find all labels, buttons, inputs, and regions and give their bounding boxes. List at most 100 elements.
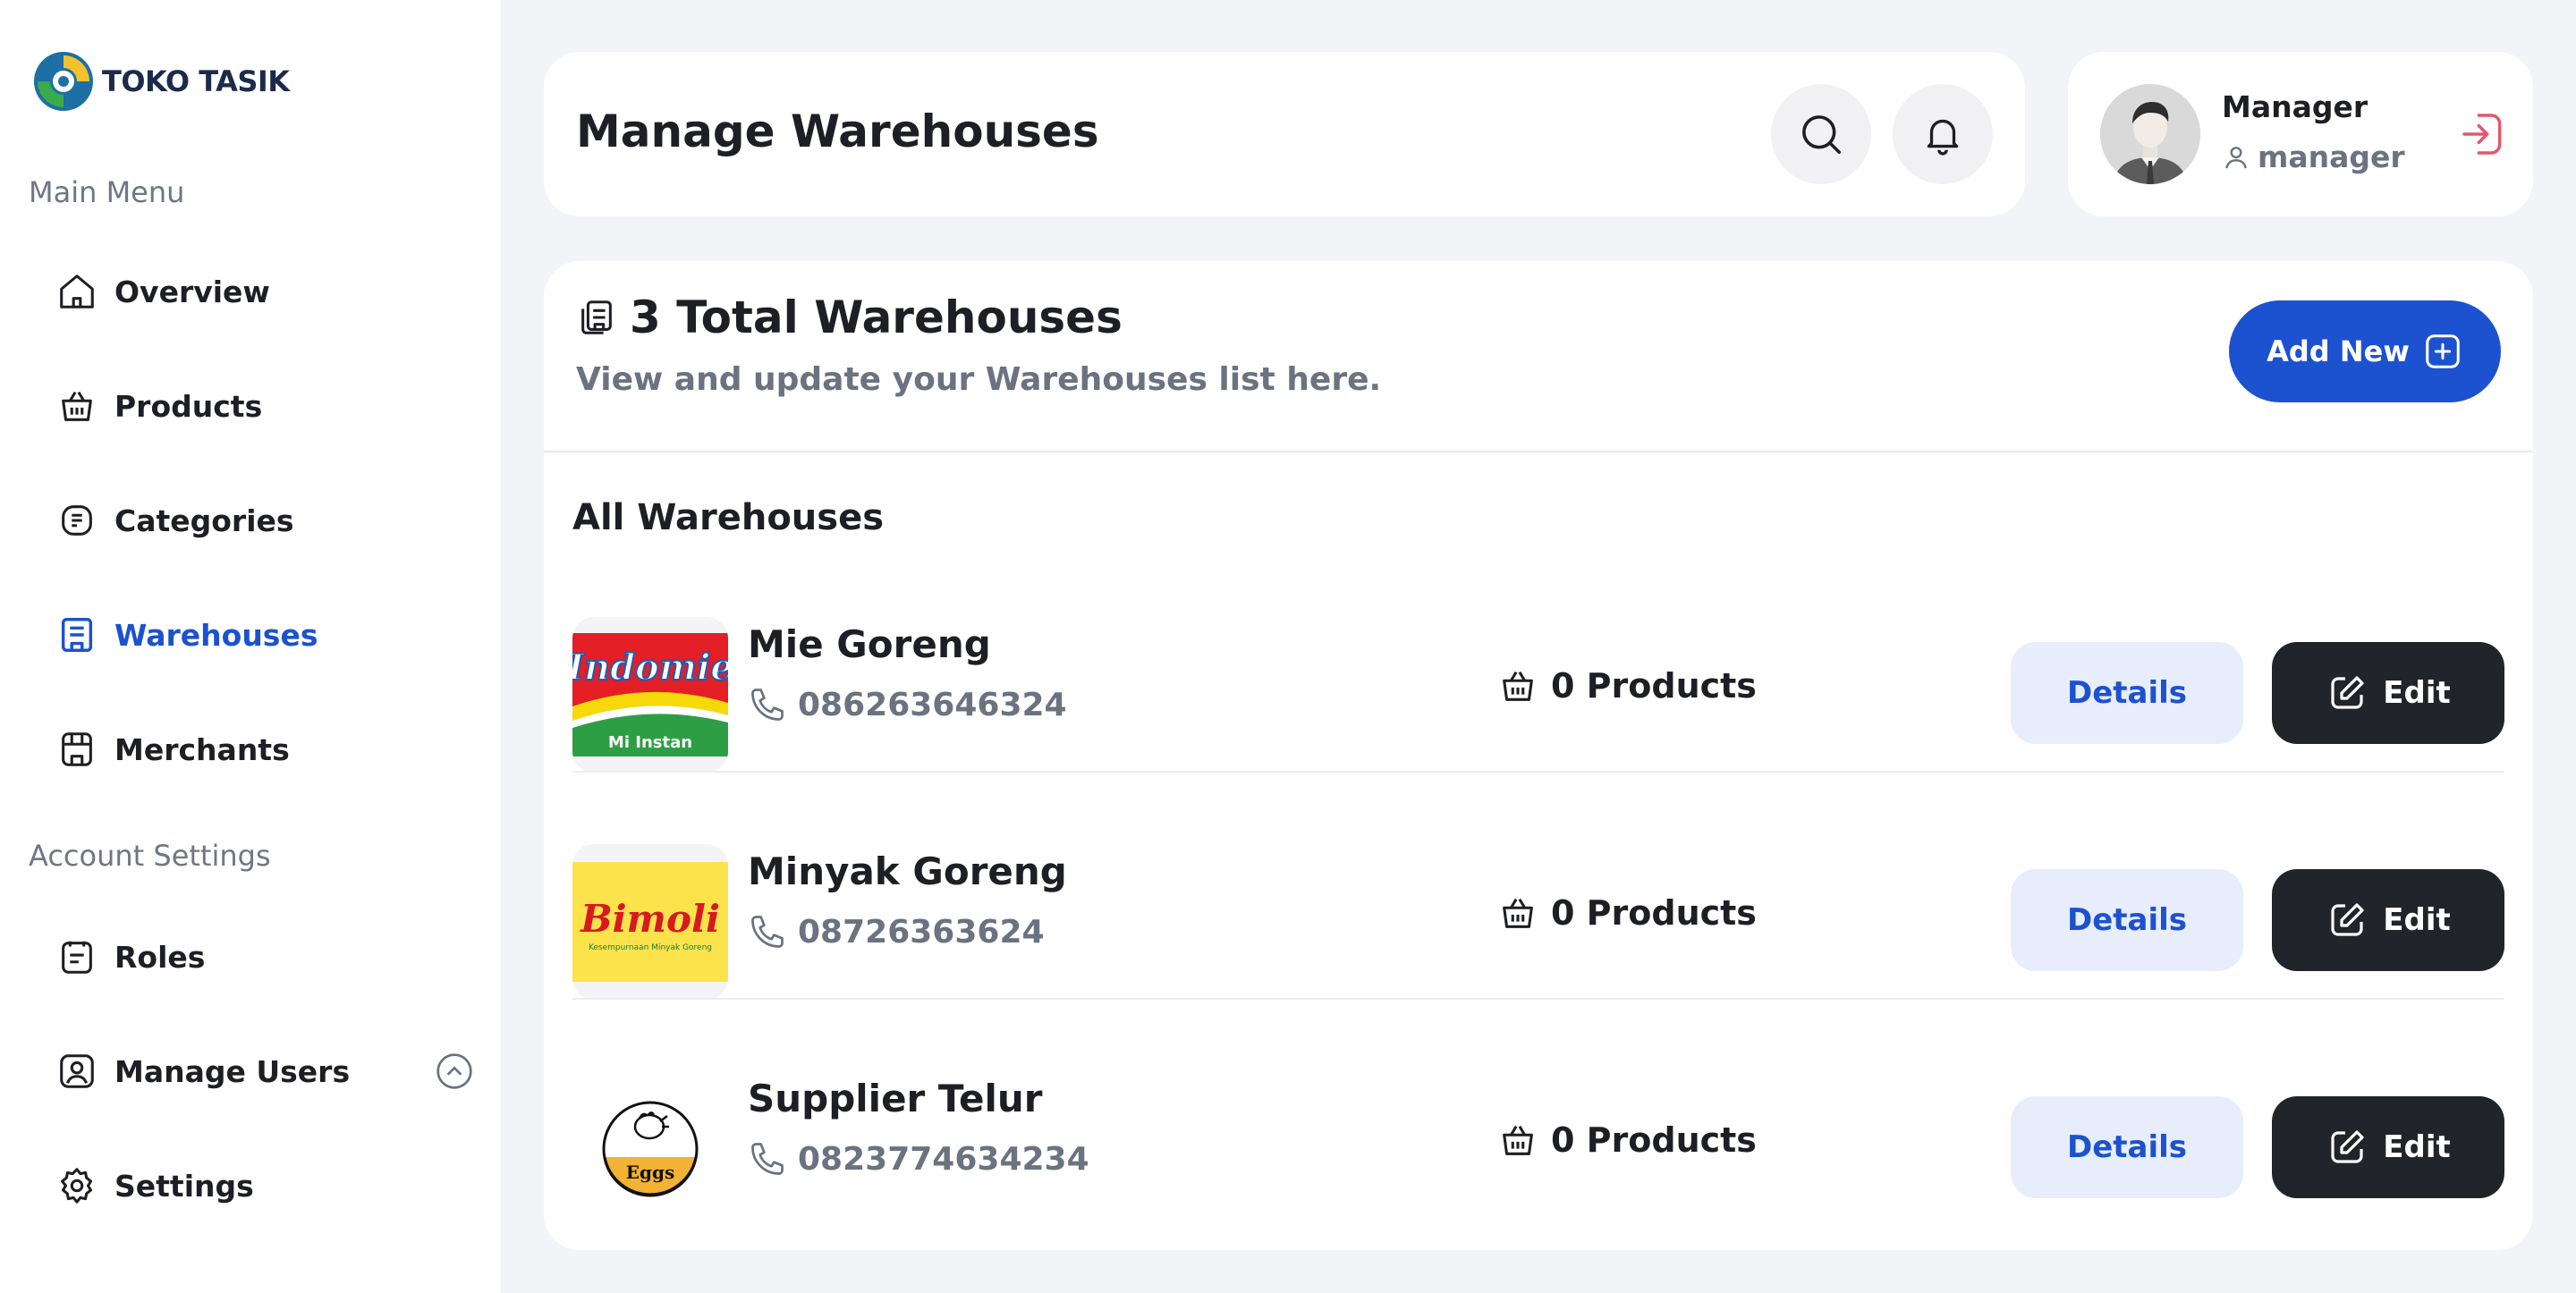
notifications-button[interactable]	[1893, 84, 1993, 184]
svg-text:Eggs: Eggs	[626, 1162, 674, 1183]
user-name: Manager	[2222, 89, 2368, 124]
sidebar-item-label: Warehouses	[114, 617, 318, 653]
basket-icon	[1503, 1125, 1533, 1155]
warehouse-thumbnail: Eggs	[572, 1071, 728, 1227]
phone-icon	[751, 1143, 784, 1175]
sidebar-item-label: Overview	[114, 274, 270, 309]
product-count-label: 0 Products	[1551, 893, 1757, 933]
bell-icon	[1927, 119, 1959, 156]
svg-text:Kesempurnaan Minyak Goreng: Kesempurnaan Minyak Goreng	[589, 943, 712, 952]
product-count-label: 0 Products	[1551, 1120, 1757, 1160]
edit-button[interactable]: Edit	[2272, 869, 2504, 971]
product-count-label: 0 Products	[1551, 666, 1757, 706]
gear-icon	[54, 1162, 100, 1209]
edit-label: Edit	[2383, 1129, 2451, 1165]
phone-icon	[751, 916, 784, 948]
eggs-logo: Eggs	[602, 1101, 699, 1197]
basket-icon	[1503, 898, 1533, 928]
warehouse-phone: 086263646324	[748, 685, 1067, 724]
user-role-label: manager	[2258, 139, 2405, 174]
edit-icon	[2331, 903, 2364, 936]
sidebar-item-warehouses[interactable]: Warehouses	[54, 599, 474, 671]
basket-icon	[1503, 671, 1533, 701]
product-count: 0 Products	[1497, 1120, 1757, 1161]
product-count: 0 Products	[1497, 892, 1757, 934]
warehouse-thumbnail: Indomie Mi Instan	[572, 617, 728, 773]
phone-icon	[751, 689, 784, 721]
details-button[interactable]: Details	[2011, 869, 2243, 971]
bimoli-logo: Bimoli Kesempurnaan Minyak Goreng	[572, 862, 728, 982]
phone-number: 0823774634234	[798, 1140, 1089, 1178]
user-avatar-icon	[2100, 84, 2200, 184]
svg-text:Bimoli: Bimoli	[580, 897, 720, 941]
header-bar: Manage Warehouses	[544, 52, 2025, 216]
person-icon	[2225, 146, 2247, 168]
edit-label: Edit	[2383, 902, 2451, 938]
phone-number: 08726363624	[798, 913, 1045, 951]
user-role: manager	[2222, 139, 2405, 174]
roles-icon	[54, 934, 100, 980]
sidebar-item-label: Manage Users	[114, 1053, 351, 1089]
summary-title: 3 Total Warehouses	[576, 292, 1123, 343]
warehouse-phone: 0823774634234	[748, 1139, 1089, 1179]
sidebar-item-products[interactable]: Products	[54, 370, 474, 442]
page-title: Manage Warehouses	[576, 106, 1099, 157]
list-title: All Warehouses	[572, 497, 885, 538]
sidebar-item-roles[interactable]: Roles	[54, 921, 474, 993]
avatar[interactable]	[2100, 84, 2200, 184]
sidebar-item-label: Merchants	[114, 731, 290, 767]
details-button[interactable]: Details	[2011, 1096, 2243, 1198]
edit-button[interactable]: Edit	[2272, 1096, 2504, 1198]
product-count: 0 Products	[1497, 665, 1757, 706]
brand[interactable]: TOKO TASIK	[32, 50, 290, 113]
sidebar-item-label: Products	[114, 388, 263, 424]
basket-icon	[54, 383, 100, 429]
warehouse-icon	[54, 612, 100, 658]
warehouse-name: Minyak Goreng	[748, 849, 1067, 893]
sidebar-item-label: Settings	[114, 1168, 254, 1204]
row-divider	[572, 771, 2504, 773]
user-card: Manager manager	[2068, 52, 2533, 216]
svg-text:Indomie: Indomie	[572, 646, 728, 689]
sidebar-item-manage-users[interactable]: Manage Users	[54, 1035, 474, 1107]
edit-label: Edit	[2383, 675, 2451, 711]
sidebar-item-label: Categories	[114, 503, 294, 538]
warehouses-card: 3 Total Warehouses View and update your …	[544, 261, 2533, 1250]
svg-text:Mi Instan: Mi Instan	[608, 733, 692, 752]
category-icon	[54, 497, 100, 544]
phone-number: 086263646324	[798, 686, 1067, 723]
divider	[544, 451, 2533, 452]
sidebar-item-label: Roles	[114, 939, 206, 975]
user-square-icon	[54, 1048, 100, 1094]
warehouse-name: Mie Goreng	[748, 622, 991, 666]
row-divider	[572, 998, 2504, 1000]
summary-title-text: 3 Total Warehouses	[630, 292, 1123, 343]
add-new-button[interactable]: Add New	[2229, 300, 2501, 402]
list-item: Eggs Supplier Telur 0823774634234 0 Prod…	[572, 1034, 2504, 1250]
chevron-up-icon[interactable]	[435, 1052, 474, 1091]
sidebar: TOKO TASIK Main Menu Overview Products C…	[0, 0, 501, 1293]
edit-icon	[2331, 1130, 2364, 1163]
account-settings-title: Account Settings	[29, 839, 271, 873]
warehouse-thumbnail: Bimoli Kesempurnaan Minyak Goreng	[572, 844, 728, 1000]
edit-button[interactable]: Edit	[2272, 642, 2504, 744]
sidebar-item-overview[interactable]: Overview	[54, 256, 474, 327]
brand-name: TOKO TASIK	[102, 64, 290, 98]
brand-logo-icon	[34, 52, 93, 111]
sidebar-item-merchants[interactable]: Merchants	[54, 714, 474, 785]
sidebar-item-categories[interactable]: Categories	[54, 485, 474, 556]
search-icon	[1802, 115, 1842, 155]
add-new-label: Add New	[2267, 334, 2410, 368]
edit-icon	[2331, 676, 2364, 709]
main-menu-title: Main Menu	[29, 175, 185, 209]
summary-subtitle: View and update your Warehouses list her…	[576, 361, 1382, 398]
search-button[interactable]	[1771, 84, 1871, 184]
logout-icon[interactable]	[2458, 109, 2508, 159]
plus-square-icon	[2426, 334, 2460, 368]
details-button[interactable]: Details	[2011, 642, 2243, 744]
indomie-logo: Indomie Mi Instan	[572, 633, 728, 756]
warehouse-phone: 08726363624	[748, 912, 1045, 951]
sidebar-item-settings[interactable]: Settings	[54, 1150, 474, 1221]
warehouse-list-icon	[581, 300, 612, 334]
store-icon	[54, 726, 100, 773]
